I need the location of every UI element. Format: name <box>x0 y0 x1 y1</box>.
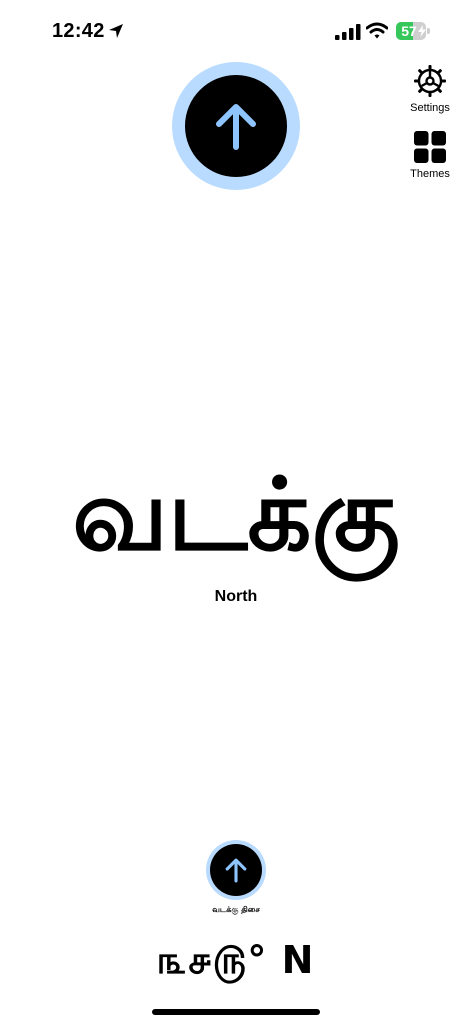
direction-english: North <box>214 588 258 605</box>
mini-compass[interactable] <box>206 840 266 900</box>
up-arrow-icon <box>225 858 247 883</box>
heading-readout: ௩௪௫° N <box>157 938 315 982</box>
cellular-signal-icon <box>335 24 361 40</box>
charging-bolt-icon <box>418 25 426 37</box>
status-time: 12:42 <box>52 20 105 42</box>
themes-button[interactable]: Themes <box>400 130 460 180</box>
status-bar: 12:42 57 <box>0 0 472 60</box>
gear-icon <box>414 65 446 97</box>
settings-label: Settings <box>410 102 450 114</box>
battery-icon: 57 <box>396 22 432 40</box>
battery-percent: 57 <box>401 23 417 39</box>
mini-compass-caption: வடக்கு திசை <box>212 905 260 914</box>
settings-button[interactable]: Settings <box>400 64 460 114</box>
compass-dial[interactable] <box>172 62 300 190</box>
themes-label: Themes <box>410 168 450 180</box>
home-indicator[interactable] <box>152 1009 320 1015</box>
grid-icon <box>414 131 446 163</box>
wifi-icon <box>366 22 388 39</box>
up-arrow-icon <box>216 104 256 150</box>
location-arrow-icon <box>109 24 123 38</box>
